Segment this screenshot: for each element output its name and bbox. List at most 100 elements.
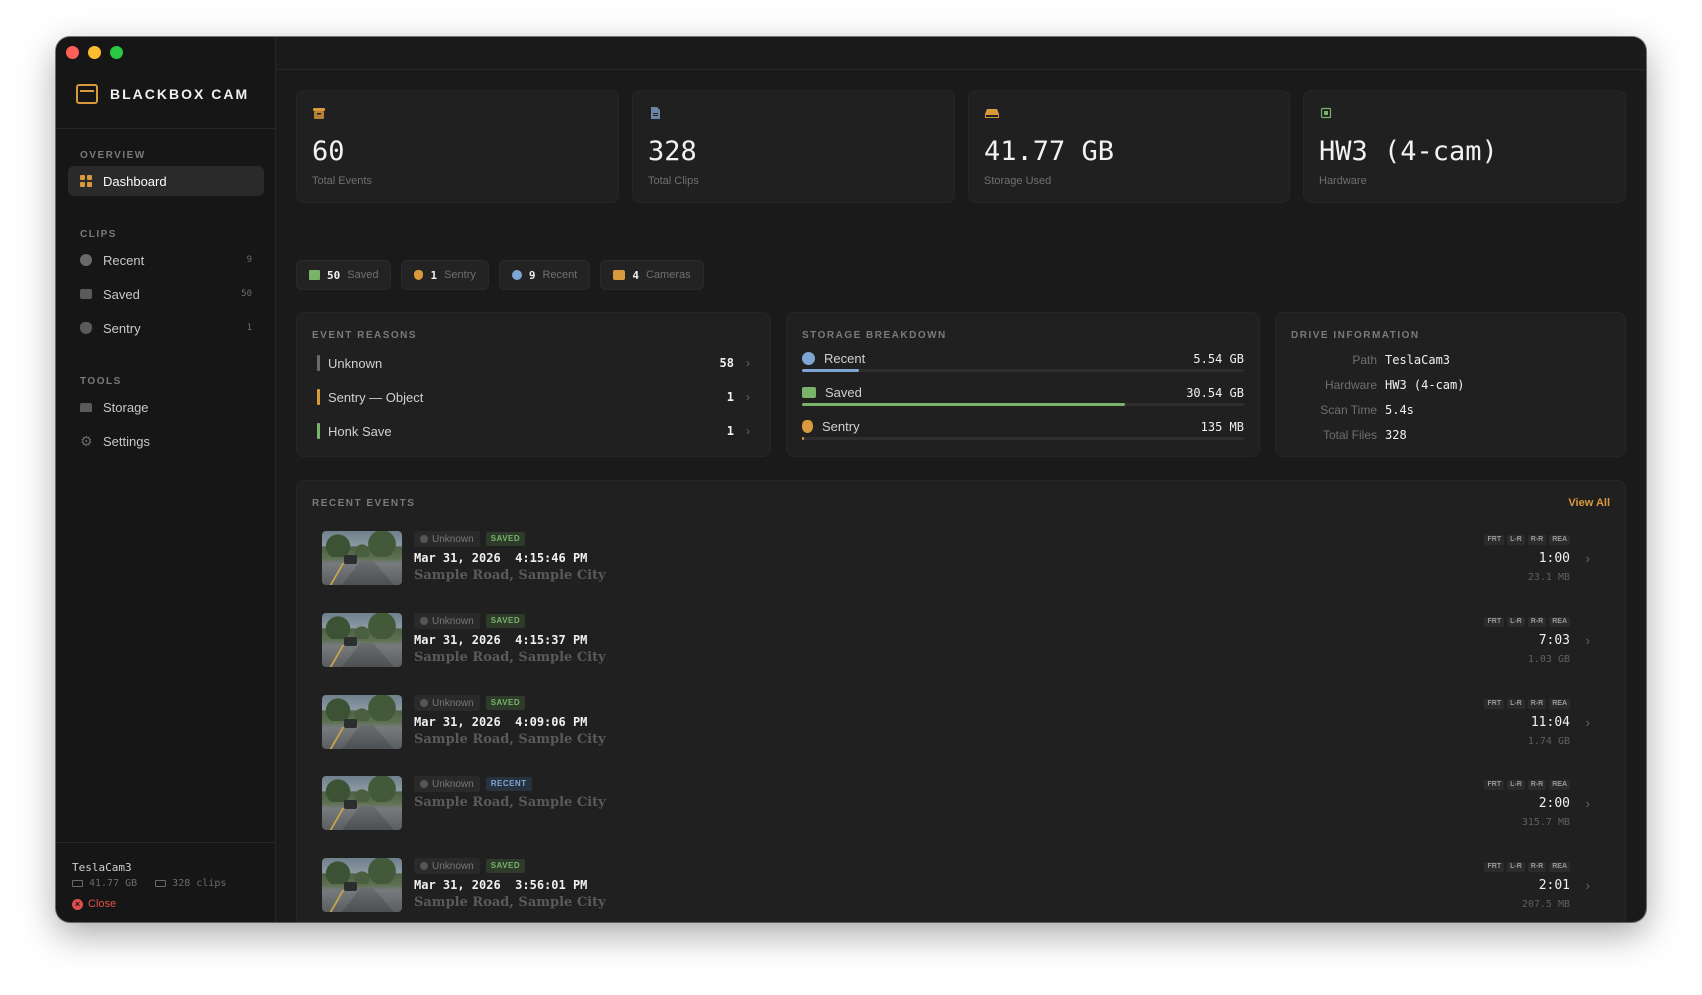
reason-row-honk-save[interactable]: Honk Save 1 › (317, 421, 750, 441)
camera-tags: FRT L-R R-R REA (1484, 699, 1570, 709)
storage-label: Sentry (822, 419, 860, 434)
pill-count: 50 (327, 268, 341, 282)
drive-icon (72, 880, 83, 887)
event-duration: 2:01 (1538, 878, 1570, 893)
status-badge: SAVED (485, 696, 526, 710)
camera-tag: R-R (1527, 617, 1547, 627)
zoom-window-button[interactable] (110, 46, 123, 59)
event-row[interactable]: Unknown SAVED Mar 31, 2026 4:15:46 PM Sampl… (322, 531, 1600, 587)
camera-tag: REA (1549, 617, 1570, 627)
app-name: BLACKBOX CAM (110, 86, 250, 102)
drive-info-row: Path TeslaCam3 (1291, 353, 1450, 367)
camera-tag: FRT (1484, 780, 1505, 790)
camera-tag: REA (1549, 535, 1570, 545)
close-label: Close (88, 898, 117, 910)
status-badge: SAVED (485, 532, 526, 546)
close-window-button[interactable] (66, 46, 79, 59)
gear-icon: ⚙ (80, 433, 93, 449)
camera-tag: L-R (1507, 535, 1525, 545)
sidebar-item-sentry[interactable]: Sentry 1 (68, 313, 264, 343)
shield-icon (80, 322, 92, 334)
drive-info-value: TeslaCam3 (1385, 353, 1451, 367)
event-row[interactable]: Unknown SAVED Mar 31, 2026 3:56:01 PM Sampl… (322, 858, 1600, 914)
chip-icon (1320, 107, 1332, 119)
event-thumbnail[interactable] (322, 613, 402, 667)
event-size: 1.74 GB (1527, 736, 1570, 747)
camera-tags: FRT L-R R-R REA (1484, 617, 1570, 627)
pill-saved[interactable]: 50 Saved (296, 260, 392, 290)
event-row[interactable]: Unknown SAVED Mar 31, 2026 4:09:06 PM Sampl… (322, 695, 1600, 751)
drive-stats: 41.77 GB 328 clips (72, 878, 226, 889)
chevron-right-icon: › (1585, 633, 1590, 648)
view-all-link[interactable]: View All (1568, 497, 1610, 509)
sidebar-item-count: 50 (241, 289, 252, 299)
sidebar-item-storage[interactable]: Storage (68, 392, 264, 422)
camera-tag: REA (1549, 780, 1570, 790)
storage-bar-fill (802, 437, 805, 440)
sidebar-item-count: 1 (246, 323, 252, 333)
reason-label: Unknown (328, 355, 383, 371)
event-thumbnail[interactable] (322, 695, 402, 749)
drive-information-panel: DRIVE INFORMATION Path TeslaCam3 Hardwar… (1275, 312, 1626, 457)
reason-row-sentry-object[interactable]: Sentry — Object 1 › (317, 387, 750, 407)
reason-color-bar (317, 389, 320, 405)
pill-sentry[interactable]: 1 Sentry (401, 260, 489, 290)
sidebar-item-saved[interactable]: Saved 50 (68, 279, 264, 309)
event-thumbnail[interactable] (322, 858, 402, 912)
storage-bar (802, 403, 1244, 406)
camera-tag: R-R (1527, 699, 1547, 709)
event-location: Sample Road, Sample City (414, 568, 606, 583)
sidebar-item-label: Saved (103, 286, 140, 302)
storage-bar-fill (802, 403, 1125, 406)
stat-value: 41.77 GB (984, 136, 1115, 167)
stat-label: Total Clips (648, 175, 699, 187)
drive-storage: 41.77 GB (89, 878, 138, 889)
event-duration: 11:04 (1530, 715, 1570, 730)
sidebar-item-label: Recent (103, 252, 145, 268)
shield-icon (414, 270, 424, 280)
minimize-window-button[interactable] (88, 46, 101, 59)
pill-cameras[interactable]: 4 Cameras (600, 260, 704, 290)
clock-icon (80, 254, 92, 266)
close-drive-button[interactable]: × Close (72, 898, 116, 910)
file-icon (651, 107, 660, 119)
status-badge: RECENT (485, 777, 532, 791)
event-location: Sample Road, Sample City (414, 895, 606, 910)
storage-value: 135 MB (1200, 419, 1244, 434)
storage-bar (802, 437, 1244, 440)
pill-recent[interactable]: 9 Recent (498, 260, 591, 290)
event-thumbnail[interactable] (322, 776, 402, 830)
event-duration: 1:00 (1538, 551, 1570, 566)
sidebar-item-label: Sentry (103, 320, 141, 336)
event-tags: Unknown SAVED (414, 613, 526, 629)
section-label-clips: CLIPS (80, 229, 117, 240)
chevron-right-icon: › (746, 390, 750, 404)
camera-tags: FRT L-R R-R REA (1484, 535, 1570, 545)
pill-count: 1 (430, 268, 438, 282)
reason-tag-label: Unknown (432, 860, 474, 872)
chevron-right-icon: › (1585, 715, 1590, 730)
drive-info-row: Hardware HW3 (4-cam) (1291, 378, 1465, 392)
reason-dot-icon (420, 535, 428, 543)
panel-title: STORAGE BREAKDOWN (802, 330, 947, 341)
camera-tag: REA (1549, 862, 1570, 872)
pill-label: Recent (542, 269, 578, 281)
reason-row-unknown[interactable]: Unknown 58 › (317, 353, 750, 373)
reason-tag-label: Unknown (432, 615, 474, 627)
sidebar-item-settings[interactable]: ⚙ Settings (68, 426, 264, 456)
reason-count: 58 (719, 356, 734, 370)
sidebar-item-dashboard[interactable]: Dashboard (68, 166, 264, 196)
storage-label: Recent (824, 351, 866, 366)
reason-tag: Unknown (414, 695, 480, 711)
event-row[interactable]: Unknown SAVED Mar 31, 2026 4:15:37 PM Sampl… (322, 613, 1600, 669)
camera-tags: FRT L-R R-R REA (1484, 862, 1570, 872)
stat-card-total-clips: 328 Total Clips (632, 90, 955, 203)
event-thumbnail[interactable] (322, 531, 402, 585)
event-reasons-panel: EVENT REASONS Unknown 58 › Sentry — Obje… (296, 312, 771, 457)
event-row[interactable]: Unknown RECENT Sample Road, Sample City FRT… (322, 776, 1600, 832)
sidebar-item-recent[interactable]: Recent 9 (68, 245, 264, 275)
event-tags: Unknown SAVED (414, 858, 526, 874)
storage-value: 5.54 GB (1193, 351, 1244, 366)
pill-label: Sentry (444, 269, 476, 281)
reason-label: Honk Save (328, 423, 392, 439)
